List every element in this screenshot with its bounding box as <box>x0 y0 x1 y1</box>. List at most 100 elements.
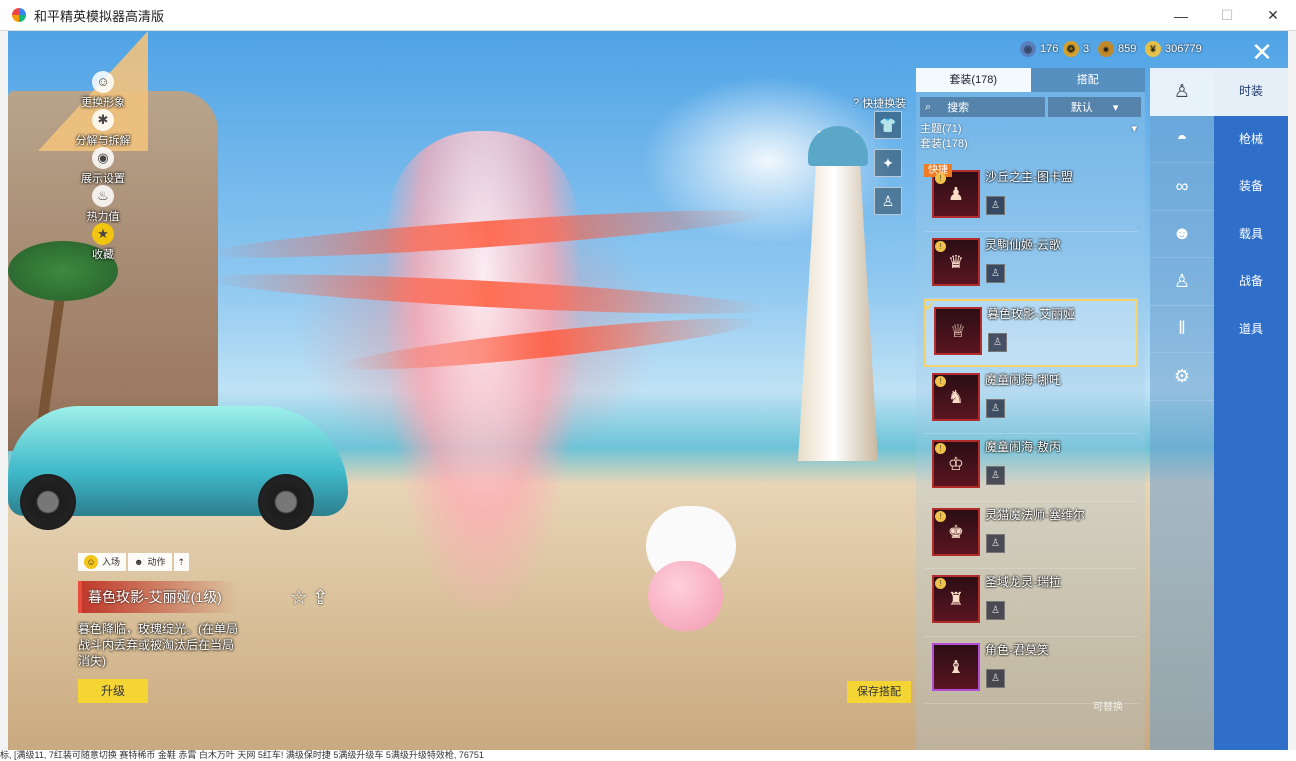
expand-up-icon[interactable]: ⇡ <box>173 553 190 571</box>
medal-coin-icon: ✪ <box>1063 41 1079 57</box>
left-menu-display-settings[interactable]: ◉ 展示设置 <box>68 147 138 186</box>
mini-character-icon: ♙ <box>988 333 1007 352</box>
enter-tab[interactable]: ☺ 入场 <box>78 553 127 571</box>
item-name: 角色-君莫笑 <box>985 642 1049 657</box>
close-window-button[interactable]: ✕ <box>1250 0 1296 31</box>
item-name: 魔童闹海-哪吒 <box>985 372 1061 387</box>
currency-value: 3 <box>1083 43 1090 55</box>
mini-character-icon: ♙ <box>986 263 1005 283</box>
scene-lighthouse <box>798 131 878 461</box>
action-tab[interactable]: ☻ 动作 <box>128 553 172 571</box>
eye-icon: ◉ <box>92 147 114 169</box>
left-menu-label: 展示设置 <box>81 173 125 185</box>
search-input[interactable]: ⌕ 搜索 <box>920 97 1046 117</box>
currency-globe[interactable]: ◎ 176 <box>1020 41 1058 57</box>
quick-change-text: 快捷换装 <box>862 98 907 110</box>
mask-icon[interactable]: ☻ <box>1150 211 1214 258</box>
nav-fashion[interactable]: 时装 <box>1214 68 1288 116</box>
quick-slot-emblem-icon[interactable]: ✦ <box>874 149 902 177</box>
nav-weapons[interactable]: 枪械 <box>1214 116 1288 164</box>
list-item[interactable]: ♝ 角色-君莫笑 ♙ <box>924 637 1138 704</box>
outfit-icon[interactable]: ♙ <box>1150 258 1214 306</box>
left-menu-decompose[interactable]: ✱ 分解与拆解 <box>68 109 138 148</box>
currency-gold[interactable]: ¥ 306779 <box>1145 41 1202 57</box>
car-wheel <box>258 474 314 530</box>
filter-suit[interactable]: 套装(178) <box>916 137 1145 152</box>
nav-combat-prep[interactable]: 战备 <box>1214 258 1288 306</box>
share-icon[interactable]: ⇪ <box>312 585 329 610</box>
background-window-edge <box>1288 31 1296 750</box>
category-column: ♙ ◓ ∞ ☻ ♙ ‖ ⚙ <box>1150 68 1214 750</box>
mini-character-icon: ♙ <box>986 466 1005 485</box>
item-name: 圣域龙灵-瑞拉 <box>985 575 1061 589</box>
filter-suit-label: 套装(178) <box>920 138 968 150</box>
outfit-description: 暮色降临，玫瑰绽光。(在单局战斗内丢弃或被淘汰后在当局消失) <box>78 622 238 668</box>
item-name: 暮色玫影-艾丽娅 <box>987 307 1075 321</box>
person-icon: ☺ <box>92 71 114 93</box>
list-item[interactable]: ♜ ! 圣域龙灵-瑞拉 ♙ <box>924 569 1138 637</box>
window-title: 和平精英模拟器高清版 <box>34 8 165 24</box>
upgrade-button[interactable]: 升级 <box>78 679 148 703</box>
list-item[interactable]: ♔ ! 魔童闹海-敖丙 ♙ <box>924 434 1138 502</box>
currency-bronze[interactable]: ● 859 <box>1098 41 1136 57</box>
enter-tab-label: 入场 <box>102 557 121 567</box>
filter-theme[interactable]: 主题(71) ▾ <box>916 122 1145 137</box>
mini-character-icon: ♙ <box>986 533 1005 553</box>
currency-medal[interactable]: ✪ 3 <box>1063 41 1089 57</box>
list-item[interactable]: ♟ 快捷 ! 沙丘之主-图卡盟 ♙ <box>924 164 1138 232</box>
nav-equipment[interactable]: 装备 <box>1214 163 1288 211</box>
list-item[interactable]: ♞ ! 魔童闹海-哪吒 ♙ <box>924 367 1138 434</box>
filter-theme-label: 主题(71) <box>920 123 962 135</box>
mini-character-icon: ♙ <box>986 601 1005 620</box>
tab-suits[interactable]: 套装(178) <box>916 68 1031 92</box>
save-combo-button[interactable]: 保存搭配 <box>847 681 911 703</box>
nav-props[interactable]: 道具 <box>1214 306 1288 354</box>
pants-icon[interactable]: ‖ <box>1150 306 1214 353</box>
sort-dropdown[interactable]: 默认 ▾ <box>1048 97 1141 117</box>
pet-heart <box>648 561 723 631</box>
left-menu-label: 更换形象 <box>81 97 125 109</box>
car-wheel <box>20 474 76 530</box>
lock-icon: ! <box>935 240 946 252</box>
window-titlebar: 和平精英模拟器高清版 — ☐ ✕ <box>0 0 1296 31</box>
tab-combos[interactable]: 搭配 <box>1030 68 1145 92</box>
list-item[interactable]: ♛ ! 灵駒仙姬-云歌 ♙ <box>924 232 1138 299</box>
character-model[interactable] <box>388 131 578 611</box>
lock-icon: ! <box>935 173 946 184</box>
mini-character-icon: ♙ <box>986 196 1005 215</box>
globe-coin-icon: ◎ <box>1020 41 1036 57</box>
item-thumbnail: ♕ <box>934 307 982 355</box>
currency-value: 859 <box>1118 43 1137 55</box>
right-nav: 时装 枪械 装备 载具 战备 道具 <box>1214 68 1288 750</box>
lock-icon: ! <box>935 578 946 589</box>
left-menu-label: 热力值 <box>86 211 120 223</box>
nav-vehicles[interactable]: 载具 <box>1214 211 1288 259</box>
list-item-selected[interactable]: ✔ ♕ 暮色玫影-艾丽娅 ♙ <box>924 299 1138 367</box>
star-icon[interactable]: ☆ <box>290 585 308 610</box>
character-icon[interactable]: ♙ <box>1150 68 1214 116</box>
list-item[interactable]: ♚ ! 灵猫魔法师-塞维尔 ♙ <box>924 502 1138 569</box>
item-name: 灵駒仙姬-云歌 <box>985 237 1061 252</box>
hat-icon[interactable]: ◓ <box>1150 116 1214 163</box>
action-person-icon: ☻ <box>134 557 144 567</box>
left-menu-label: 收藏 <box>92 249 114 261</box>
left-menu-collection[interactable]: ★ 收藏 <box>68 223 138 262</box>
left-menu-heat[interactable]: ♨ 热力值 <box>68 185 138 224</box>
smiley-icon: ☺ <box>84 555 98 569</box>
close-icon[interactable]: ✕ <box>1244 36 1280 68</box>
glasses-icon[interactable]: ∞ <box>1150 163 1214 211</box>
lock-icon: ! <box>935 375 946 387</box>
quick-change-label[interactable]: ? 快捷换装 <box>853 95 906 111</box>
gold-coin-icon: ¥ <box>1145 41 1161 57</box>
background-text: 标, [满级11, 7红装可随意切换 赛特稀币 金鞋 赤霄 白木万叶 天网 5红… <box>0 750 484 760</box>
chevron-down-icon: ▾ <box>1112 101 1119 114</box>
game-viewport[interactable]: ☺ 更换形象 ✱ 分解与拆解 ◉ 展示设置 ♨ 热力值 ★ 收藏 ◎ 176 ✪… <box>8 31 1288 750</box>
quick-slot-outfit-icon[interactable]: 👕 <box>874 111 902 139</box>
maximize-button[interactable]: ☐ <box>1204 0 1250 31</box>
minimize-button[interactable]: — <box>1158 0 1204 31</box>
quick-slot-character-icon[interactable]: ♙ <box>874 187 902 215</box>
scene-lighthouse-top <box>808 126 868 166</box>
item-name: 魔童闹海-敖丙 <box>985 440 1061 454</box>
left-menu-change-look[interactable]: ☺ 更换形象 <box>68 71 138 110</box>
shoes-icon[interactable]: ⚙ <box>1150 353 1214 401</box>
